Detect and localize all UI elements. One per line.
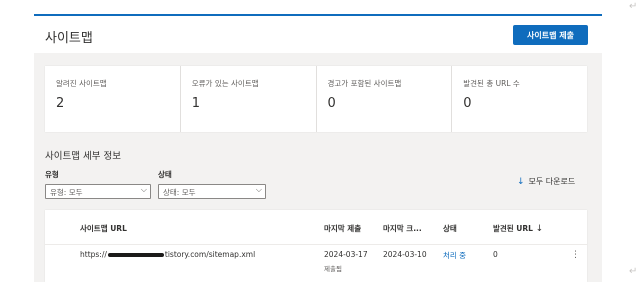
discovered-urls-cell: 0: [493, 250, 498, 259]
column-header-status[interactable]: 상태: [443, 223, 457, 234]
type-filter-label: 유형: [45, 170, 59, 179]
more-vertical-icon[interactable]: ⋮: [571, 250, 580, 260]
status-filter-value: 상태: 모두: [163, 188, 196, 197]
stat-label: 오류가 있는 사이트맵: [191, 79, 259, 88]
type-filter-value: 유형: 모두: [50, 188, 83, 197]
column-header-label: 마지막 크...: [383, 224, 422, 233]
last-submitted-cell: 2024-03-17: [324, 250, 368, 259]
return-mark-icon: ↵: [629, 1, 638, 12]
download-all-button[interactable]: ↓ 모두 다운로드: [517, 176, 575, 187]
sitemap-table: 사이트맵 URL 마지막 제출 마지막 크... 상태 발견된 URL ↓ ht…: [45, 210, 587, 282]
stat-discovered-urls: 발견된 총 URL 수 0: [452, 66, 587, 132]
stat-value: 1: [191, 96, 201, 111]
stat-value: 0: [463, 96, 472, 111]
status-filter-label: 상태: [158, 170, 172, 179]
sort-down-arrow-icon: ↓: [535, 224, 544, 234]
page-title: 사이트맵: [45, 31, 93, 46]
chevron-down-icon: ⌵: [140, 185, 147, 194]
stat-error-sitemaps: 오류가 있는 사이트맵 1: [181, 66, 317, 132]
stat-label: 경고가 포함된 사이트맵: [327, 79, 402, 88]
status-filter-select[interactable]: 상태: 모두 ⌵: [158, 184, 266, 199]
chevron-down-icon: ⌵: [255, 185, 262, 194]
redaction-mark: [107, 253, 164, 257]
column-header-label: 사이트맵 URL: [80, 224, 127, 233]
sitemap-url-cell[interactable]: https:// tistory.com/sitemap.xml: [80, 250, 255, 259]
table-divider: [45, 244, 587, 245]
type-filter-select[interactable]: 유형: 모두 ⌵: [45, 184, 151, 199]
column-header-label: 발견된 URL: [493, 224, 533, 233]
column-header-last-submitted[interactable]: 마지막 제출: [324, 223, 361, 234]
status-cell[interactable]: 처리 중: [443, 250, 466, 261]
submitted-note: 제출됨: [324, 265, 342, 273]
column-header-discovered-urls[interactable]: 발견된 URL ↓: [493, 223, 543, 234]
column-header-label: 상태: [443, 224, 457, 233]
stat-label: 발견된 총 URL 수: [463, 79, 520, 88]
top-accent-line: [34, 14, 602, 16]
column-header-last-crawled[interactable]: 마지막 크...: [383, 223, 422, 234]
column-header-label: 마지막 제출: [324, 224, 362, 233]
stat-label: 알려진 사이트맵: [56, 79, 107, 88]
stat-warning-sitemaps: 경고가 포함된 사이트맵 0: [317, 66, 453, 132]
stat-value: 2: [56, 96, 65, 111]
column-header-sitemap-url[interactable]: 사이트맵 URL: [80, 223, 127, 234]
submit-sitemap-button[interactable]: 사이트맵 제출: [513, 25, 588, 45]
download-icon: ↓: [517, 177, 525, 187]
download-all-label: 모두 다운로드: [528, 177, 576, 186]
return-mark-icon: ↵: [629, 266, 638, 277]
stat-value: 0: [327, 96, 336, 111]
url-suffix: tistory.com/sitemap.xml: [164, 250, 256, 259]
sitemap-details-title: 사이트맵 세부 정보: [45, 151, 121, 162]
url-prefix: https://: [80, 250, 107, 259]
stats-card: 알려진 사이트맵 2 오류가 있는 사이트맵 1 경고가 포함된 사이트맵 0 …: [45, 66, 587, 132]
stat-known-sitemaps: 알려진 사이트맵 2: [45, 66, 181, 132]
last-crawled-cell: 2024-03-10: [383, 250, 427, 259]
